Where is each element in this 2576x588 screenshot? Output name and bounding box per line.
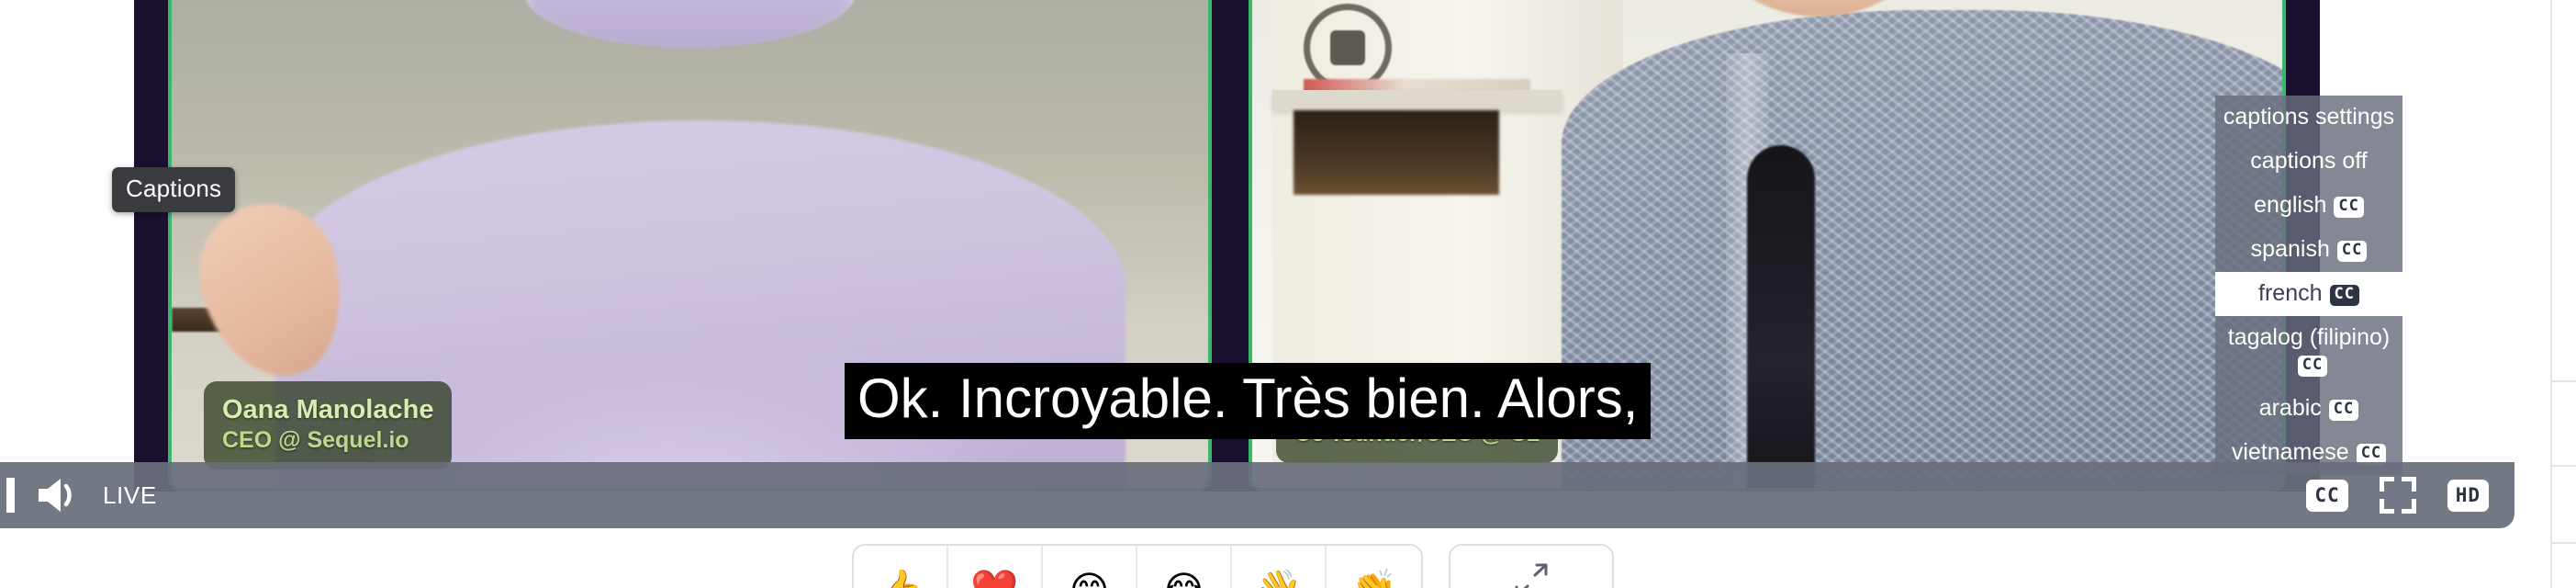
cc-badge-icon: CC	[2334, 197, 2364, 218]
thumbs-up-emoji[interactable]: 👍	[854, 546, 948, 588]
background-fireplace	[1293, 110, 1500, 195]
fullscreen-icon[interactable]	[2379, 477, 2416, 514]
side-panel-divider	[2552, 465, 2576, 467]
captions-menu-item-label: captions off	[2250, 148, 2368, 174]
grinning-face-emoji[interactable]: 😁	[1043, 546, 1137, 588]
captions-menu-item[interactable]: arabic CC	[2215, 387, 2402, 431]
captions-menu-item-label: french	[2258, 280, 2323, 306]
cc-badge-icon: CC	[2336, 241, 2368, 262]
reaction-bar: 👍❤️😁😂👋👏	[852, 544, 1423, 588]
captions-menu-item-label: english	[2254, 192, 2327, 218]
side-panel-divider	[2552, 542, 2576, 544]
speaker-1-collar	[523, 0, 857, 48]
name-badge-speaker-1: Oana Manolache CEO @ Sequel.io	[204, 381, 453, 469]
speaker-1-name: Oana Manolache	[222, 395, 434, 424]
expand-arrows-icon	[1511, 560, 1551, 588]
right-side-panel	[2550, 0, 2576, 588]
captions-menu-item[interactable]: tagalog (filipino) CC	[2215, 316, 2402, 387]
background-mantel-shelf	[1272, 90, 1562, 110]
speaker-1-title: CEO @ Sequel.io	[222, 427, 409, 454]
caption-overlay: Ok. Incroyable. Très bien. Alors,	[845, 363, 1652, 439]
captions-menu-item-label: spanish	[2250, 236, 2330, 262]
tears-of-joy-emoji[interactable]: 😂	[1137, 546, 1232, 588]
cc-badge-icon: CC	[2297, 356, 2328, 377]
speaker-1-hand	[185, 190, 357, 390]
cc-badge-icon: CC	[2328, 400, 2359, 421]
captions-tooltip: Captions	[112, 167, 236, 212]
captions-menu-item[interactable]: french CC	[2215, 272, 2402, 316]
control-bar-left-group: LIVE	[0, 462, 157, 528]
pause-icon[interactable]	[0, 478, 15, 513]
captions-menu-item-label: captions settings	[2223, 104, 2395, 130]
captions-menu-item[interactable]: captions settings	[2215, 96, 2402, 140]
player-control-bar: LIVE CC HD	[0, 462, 2514, 528]
captions-menu-item-label: vietnamese	[2231, 439, 2349, 465]
captions-menu-item[interactable]: english CC	[2215, 184, 2402, 228]
volume-icon[interactable]	[37, 477, 79, 514]
speaker-2-torso	[1561, 10, 2282, 488]
cc-toggle-button[interactable]: CC	[2306, 479, 2348, 512]
waving-hand-emoji[interactable]: 👋	[1232, 546, 1327, 588]
side-panel-divider	[2552, 380, 2576, 382]
expand-button[interactable]	[1449, 544, 1614, 588]
player-root: Oana Manolache CEO @ Sequel.io Co-founde…	[0, 0, 2576, 588]
captions-menu-item[interactable]: captions off	[2215, 140, 2402, 184]
captions-menu-item[interactable]: spanish CC	[2215, 228, 2402, 272]
speaker-2-microphone	[1746, 145, 1815, 488]
captions-menu-item-label: arabic	[2258, 395, 2322, 421]
live-indicator: LIVE	[103, 481, 157, 509]
heart-emoji[interactable]: ❤️	[948, 546, 1043, 588]
captions-menu-item-label: tagalog (filipino)	[2227, 324, 2391, 350]
control-bar-right-group: CC HD	[2306, 462, 2489, 528]
clapping-hands-emoji[interactable]: 👏	[1327, 546, 1421, 588]
hd-quality-button[interactable]: HD	[2447, 479, 2489, 512]
background-shelf	[172, 308, 587, 332]
cc-badge-icon: CC	[2329, 285, 2359, 306]
captions-settings-menu[interactable]: captions settings captions off english CC sp…	[2215, 96, 2402, 475]
